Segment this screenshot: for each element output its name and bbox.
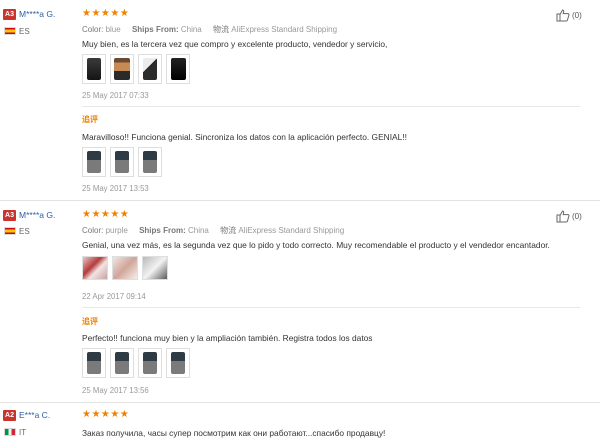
rating-stars: ★★★★★: [82, 8, 130, 19]
followup-photo[interactable]: [138, 147, 162, 177]
followup-photos: [82, 348, 190, 378]
review-photo[interactable]: [110, 54, 134, 84]
review-separator: [0, 200, 600, 201]
review-text: Muy bien, es la tercera vez que compro y…: [82, 39, 388, 49]
italy-flag-icon: [4, 428, 16, 436]
color-value: blue: [105, 25, 121, 34]
review-date: 25 May 2017 07:33: [82, 91, 149, 100]
thumbs-up-icon: [556, 9, 570, 22]
reviewer-country: ES: [19, 227, 30, 236]
followup-photo[interactable]: [110, 348, 134, 378]
reviewer-name[interactable]: M****a G.: [19, 9, 55, 19]
review-separator: [0, 402, 600, 403]
color-label: Color:: [82, 25, 104, 34]
review-photo[interactable]: [138, 54, 162, 84]
followup-date: 25 May 2017 13:56: [82, 386, 149, 395]
reviewer-name[interactable]: M****a G.: [19, 210, 55, 220]
review-photos: [82, 256, 168, 286]
divider: [82, 307, 580, 308]
additional-feedback-label: 追评: [82, 115, 98, 124]
review-photos: [82, 54, 190, 84]
followup-text: Maravilloso!! Funciona genial. Sincroniz…: [82, 132, 407, 142]
review-photo[interactable]: [82, 256, 108, 280]
reviewer-name[interactable]: E***a C.: [19, 410, 50, 420]
helpful-count: (0): [572, 11, 582, 20]
divider: [82, 106, 580, 107]
followup-photo[interactable]: [82, 348, 106, 378]
ships-from-label: Ships From:: [139, 226, 186, 235]
order-info: Color: blue Ships From: China 物流 AliExpr…: [82, 24, 337, 35]
color-value: purple: [105, 226, 128, 235]
review-date: 22 Apr 2017 09:14: [82, 292, 146, 301]
additional-feedback-label: 追评: [82, 317, 98, 326]
followup-photo[interactable]: [82, 147, 106, 177]
shipping-method-label: 物流: [220, 226, 237, 235]
ships-from-value: China: [180, 25, 202, 34]
reviewer-country: IT: [19, 428, 27, 437]
order-info: Color: purple Ships From: China 物流 AliEx…: [82, 225, 344, 236]
buyer-level-badge: A2: [3, 410, 16, 421]
review-text: Genial, una vez más, es la segunda vez q…: [82, 240, 550, 250]
review-photo[interactable]: [82, 54, 106, 84]
helpful-count: (0): [572, 212, 582, 221]
followup-photo[interactable]: [138, 348, 162, 378]
shipping-method-label: 物流: [212, 25, 229, 34]
ships-from-label: Ships From:: [131, 25, 179, 34]
followup-photos: [82, 147, 162, 177]
review-photo[interactable]: [112, 256, 138, 280]
thumbs-up-icon: [556, 210, 570, 223]
buyer-level-badge: A3: [3, 9, 16, 20]
rating-stars: ★★★★★: [82, 209, 130, 220]
rating-stars: ★★★★★: [82, 409, 130, 420]
review-photo[interactable]: [142, 256, 168, 280]
spain-flag-icon: [4, 227, 16, 235]
spain-flag-icon: [4, 27, 16, 35]
reviewer-country: ES: [19, 27, 30, 36]
helpful-button[interactable]: (0): [556, 210, 582, 223]
followup-text: Perfecto!! funciona muy bien y la amplia…: [82, 333, 373, 343]
shipping-method-value: AliExpress Standard Shipping: [238, 226, 345, 235]
color-label: Color:: [82, 226, 104, 235]
ships-from-value: China: [187, 226, 209, 235]
followup-photo[interactable]: [166, 348, 190, 378]
followup-date: 25 May 2017 13:53: [82, 184, 149, 193]
review-text: Заказ получила, часы супер посмотрим как…: [82, 428, 386, 438]
shipping-method-value: AliExpress Standard Shipping: [231, 25, 338, 34]
review-photo[interactable]: [166, 54, 190, 84]
followup-photo[interactable]: [110, 147, 134, 177]
buyer-level-badge: A3: [3, 210, 16, 221]
helpful-button[interactable]: (0): [556, 9, 582, 22]
